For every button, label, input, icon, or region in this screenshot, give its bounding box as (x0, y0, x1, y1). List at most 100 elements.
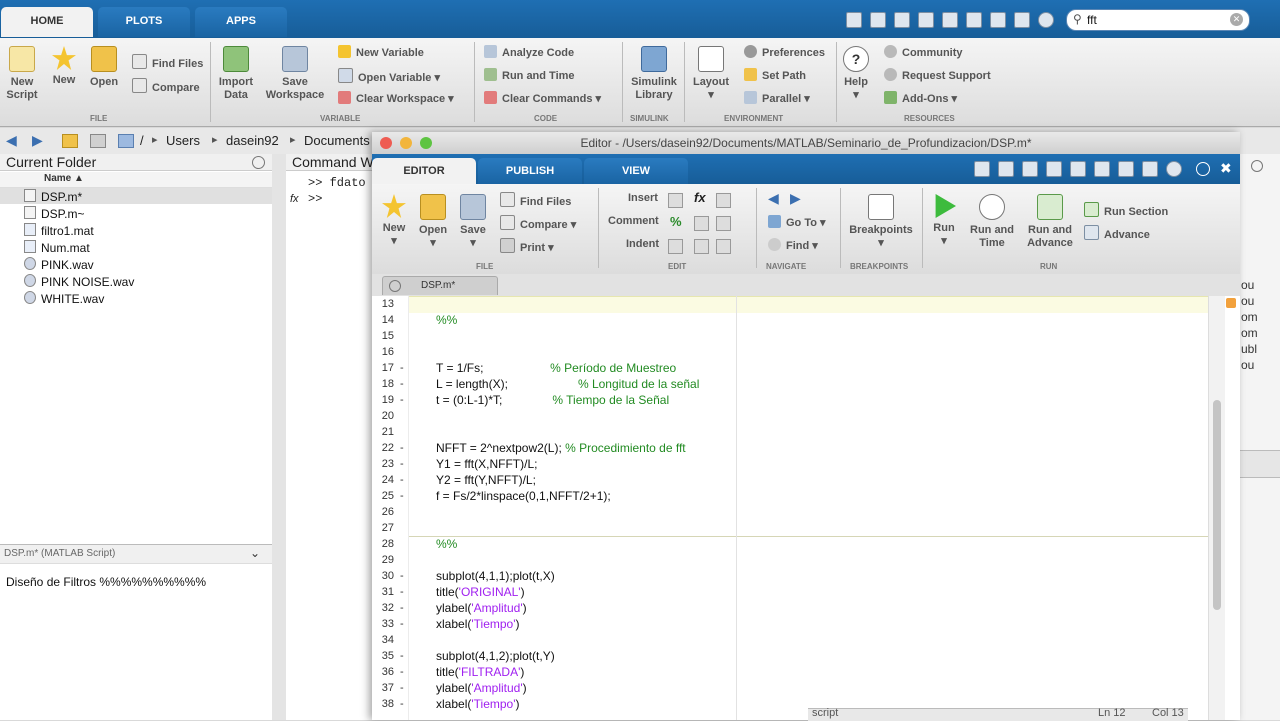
document-tab[interactable]: DSP.m* (382, 276, 498, 295)
code-line[interactable]: t = (0:L-1)*T; % Tiempo de la Señal (436, 393, 669, 407)
set-path-button[interactable]: Set Path (744, 68, 806, 82)
chevron-down-icon[interactable]: ⌄ (250, 546, 260, 560)
minimize-window-icon[interactable] (400, 137, 412, 149)
path-documents[interactable]: Documents (304, 133, 370, 148)
insert-function-icon[interactable]: fx (694, 190, 706, 205)
breakpoint-marker[interactable]: - (400, 458, 404, 470)
editor-print-button[interactable]: Print ▾ (500, 238, 554, 254)
run-and-advance-button[interactable]: Run and Advance (1022, 194, 1078, 250)
undo-quick-icon[interactable] (1070, 161, 1086, 177)
cut-quick-icon[interactable] (870, 12, 886, 28)
breakpoint-marker[interactable]: - (400, 618, 404, 630)
clear-commands-button[interactable]: Clear Commands ▾ (484, 91, 601, 105)
editor-actions-icon[interactable] (1196, 162, 1210, 176)
path-users[interactable]: Users (166, 133, 200, 148)
forward-arrow-icon[interactable]: ▶ (32, 132, 43, 149)
breakpoint-marker[interactable]: - (400, 362, 404, 374)
search-input[interactable]: fft (1087, 13, 1097, 27)
file-item[interactable]: filtro1.mat (24, 223, 94, 238)
layout-button[interactable]: Layout ▾ (690, 46, 732, 102)
search-documentation-field[interactable]: ⚲ fft ✕ (1066, 9, 1250, 31)
code-line[interactable]: title('ORIGINAL') (436, 585, 525, 599)
code-line[interactable]: T = 1/Fs; % Período de Muestreo (436, 361, 676, 375)
back-arrow-icon[interactable]: ◀ (768, 190, 779, 207)
breakpoints-button[interactable]: Breakpoints ▾ (846, 194, 916, 250)
add-ons-button[interactable]: Add-Ons ▾ (884, 91, 957, 105)
breakpoint-marker[interactable]: - (400, 698, 404, 710)
code-line[interactable]: xlabel('Tiempo') (436, 617, 520, 631)
breakpoint-marker[interactable]: - (400, 586, 404, 598)
find-button[interactable]: Find ▾ (768, 238, 818, 252)
code-line[interactable]: NFFT = 2^nextpow2(L); % Procedimiento de… (436, 441, 686, 455)
go-to-button[interactable]: Go To ▾ (768, 215, 826, 229)
code-line[interactable]: xlabel('Tiempo') (436, 697, 520, 711)
up-folder-icon[interactable] (62, 134, 78, 148)
tab-publish[interactable]: PUBLISH (478, 158, 582, 184)
new-script-button[interactable]: New Script (4, 46, 40, 102)
breakpoint-marker[interactable]: - (400, 682, 404, 694)
file-item[interactable]: PINK.wav (24, 257, 94, 272)
code-line[interactable]: %% (436, 313, 457, 327)
file-item[interactable]: PINK NOISE.wav (24, 274, 134, 289)
comment-icon[interactable]: % (670, 214, 682, 229)
column-header-name[interactable]: Name ▲ (44, 173, 84, 184)
history-entry[interactable]: ou (1241, 358, 1254, 372)
simulink-library-button[interactable]: Simulink Library (628, 46, 680, 102)
insert-menu-icon[interactable] (716, 193, 731, 208)
back-arrow-icon[interactable]: ◀ (6, 132, 17, 149)
editor-save-button[interactable]: Save ▾ (456, 194, 490, 250)
breakpoint-marker[interactable]: - (400, 602, 404, 614)
breakpoint-marker[interactable]: - (400, 650, 404, 662)
file-item[interactable]: Num.mat (24, 240, 90, 255)
code-line[interactable]: Y1 = fft(X,NFFT)/L; (436, 457, 537, 471)
advance-button[interactable]: Advance (1084, 225, 1150, 241)
breakpoint-marker[interactable]: - (400, 666, 404, 678)
parallel-button[interactable]: Parallel ▾ (744, 91, 810, 105)
cut-quick-icon[interactable] (998, 161, 1014, 177)
switch-windows-icon[interactable] (1118, 161, 1134, 177)
code-line[interactable]: subplot(4,1,1);plot(t,X) (436, 569, 555, 583)
history-entry[interactable]: om (1241, 310, 1258, 324)
find-files-button[interactable]: Find Files (132, 54, 203, 70)
wrap-comments-icon[interactable] (716, 216, 731, 231)
code-line[interactable]: Y2 = fft(Y,NFFT)/L; (436, 473, 536, 487)
forward-arrow-icon[interactable]: ▶ (790, 190, 801, 207)
editor-compare-button[interactable]: Compare ▾ (500, 215, 576, 231)
clear-workspace-button[interactable]: Clear Workspace ▾ (338, 91, 454, 105)
vertical-scrollbar[interactable] (1208, 296, 1225, 720)
breakpoint-marker[interactable]: - (400, 474, 404, 486)
close-window-icon[interactable] (380, 137, 392, 149)
file-item[interactable]: DSP.m* (24, 189, 82, 204)
tab-editor[interactable]: EDITOR (372, 158, 476, 184)
editor-open-button[interactable]: Open ▾ (416, 194, 450, 250)
browse-folder-icon[interactable] (90, 134, 106, 148)
compare-button[interactable]: Compare (132, 78, 200, 94)
import-data-button[interactable]: Import Data (214, 46, 258, 102)
file-item[interactable]: DSP.m~ (24, 206, 84, 221)
editor-new-button[interactable]: New ▾ (378, 194, 410, 248)
help-quick-icon[interactable] (1166, 161, 1182, 177)
insert-section-icon[interactable] (668, 193, 683, 208)
code-line[interactable]: title('FILTRADA') (436, 665, 524, 679)
window-layout-icon[interactable] (1142, 161, 1158, 177)
path-root[interactable]: / (140, 133, 144, 148)
new-variable-button[interactable]: New Variable (338, 45, 424, 59)
history-entry[interactable]: ou (1241, 278, 1254, 292)
code-line[interactable]: ylabel('Amplitud') (436, 601, 527, 615)
breakpoint-marker[interactable]: - (400, 570, 404, 582)
analyze-code-button[interactable]: Analyze Code (484, 45, 574, 59)
request-support-button[interactable]: Request Support (884, 68, 991, 82)
breakpoint-marker[interactable]: - (400, 490, 404, 502)
close-editor-icon[interactable]: ✖ (1220, 160, 1232, 177)
increase-indent-icon[interactable] (694, 239, 709, 254)
run-and-time-button[interactable]: Run and Time (484, 68, 575, 82)
preferences-button[interactable]: Preferences (744, 45, 825, 59)
panel-actions-icon[interactable] (252, 156, 265, 169)
splitter[interactable] (272, 154, 286, 720)
details-header[interactable]: DSP.m* (MATLAB Script) ⌄ (0, 544, 272, 564)
paste-quick-icon[interactable] (918, 12, 934, 28)
tab-apps[interactable]: APPS (195, 7, 287, 37)
tab-home[interactable]: HOME (1, 7, 93, 37)
new-button[interactable]: New (46, 46, 82, 87)
run-and-time-button[interactable]: Run and Time (966, 194, 1018, 250)
